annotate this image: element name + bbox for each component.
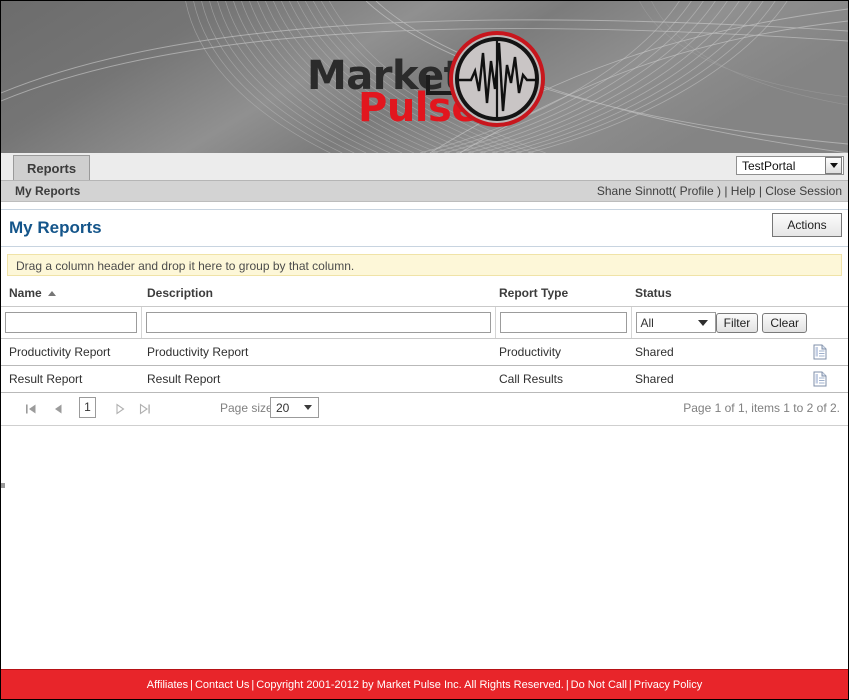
grid-pager: 1 Page size 20 Page 1 of 1, items 1 to 2… — [1, 393, 848, 426]
portal-selector-value: TestPortal — [742, 158, 796, 173]
cell-description: Result Report — [141, 365, 495, 393]
chevron-down-icon — [697, 319, 708, 326]
grid-filter-row: All Filter Clear — [1, 306, 848, 339]
page-header: My Reports Actions — [1, 209, 848, 247]
context-bar: My Reports Shane Sinnott( Profile ) | He… — [1, 181, 848, 202]
market-pulse-logo: Market Pulse — [307, 23, 547, 133]
tab-reports-label: Reports — [27, 161, 77, 176]
cell-action[interactable] — [813, 365, 848, 393]
filter-cell-actions — [813, 306, 848, 339]
table-row[interactable]: Productivity Report Productivity Report … — [1, 338, 848, 366]
filter-input-description[interactable] — [145, 312, 491, 333]
page-title: My Reports — [9, 218, 102, 237]
filter-cell-status: All Filter Clear — [631, 306, 813, 339]
cell-name: Result Report — [1, 365, 141, 393]
do-not-call-link[interactable]: Do Not Call — [571, 679, 627, 691]
actions-button[interactable]: Actions — [772, 213, 842, 237]
column-header-report-type-label: Report Type — [499, 286, 569, 300]
filter-cell-description — [141, 306, 496, 339]
column-header-name-label: Name — [9, 286, 42, 300]
viewport-edge-marker — [1, 483, 5, 488]
cell-status: Shared — [631, 365, 813, 393]
last-page-icon[interactable] — [138, 402, 152, 416]
document-icon[interactable] — [813, 344, 827, 360]
table-row[interactable]: Result Report Result Report Call Results… — [1, 365, 848, 393]
document-icon[interactable] — [813, 371, 827, 387]
filter-input-name[interactable] — [5, 312, 137, 333]
first-page-icon[interactable] — [24, 402, 38, 416]
contact-us-link[interactable]: Contact Us — [195, 679, 249, 691]
primary-tabstrip: Reports TestPortal — [1, 153, 848, 181]
page-size-select[interactable]: 20 — [270, 397, 319, 418]
column-header-status[interactable]: Status — [631, 276, 813, 307]
close-session-link[interactable]: Close Session — [765, 184, 842, 198]
help-link[interactable]: Help — [731, 184, 756, 198]
next-page-icon[interactable] — [113, 402, 127, 416]
application-window: Market Pulse Reports TestPortal My Repor… — [0, 0, 849, 700]
copyright-text: Copyright 2001-2012 by Market Pulse Inc.… — [256, 678, 564, 691]
pager-summary: Page 1 of 1, items 1 to 2 of 2. — [683, 401, 840, 415]
cell-name: Productivity Report — [1, 338, 141, 366]
cell-report-type: Call Results — [495, 365, 631, 393]
footer-links: Affiliates | Contact Us | Copyright 2001-201… — [147, 679, 703, 691]
link-separator-2: | — [758, 184, 762, 198]
filter-input-report-type[interactable] — [499, 312, 627, 333]
previous-page-icon[interactable] — [51, 402, 65, 416]
filter-cell-report-type — [495, 306, 632, 339]
column-header-report-type[interactable]: Report Type — [495, 276, 631, 307]
site-footer: Affiliates | Contact Us | Copyright 2001-201… — [1, 669, 848, 699]
filter-select-status-value: All — [640, 315, 654, 330]
pulse-emblem-icon — [449, 31, 545, 127]
chevron-down-icon — [304, 405, 312, 410]
footer-separator: | — [628, 678, 632, 691]
column-header-name[interactable]: Name — [1, 276, 141, 307]
filter-button[interactable]: Filter — [715, 312, 759, 333]
tab-reports[interactable]: Reports — [13, 155, 91, 180]
page-number-input[interactable]: 1 — [79, 397, 96, 418]
portal-selector[interactable]: TestPortal — [736, 156, 844, 175]
user-name: Shane Sinnott — [596, 184, 673, 198]
cell-status: Shared — [631, 338, 813, 366]
cell-action[interactable] — [813, 338, 848, 366]
column-header-actions — [813, 276, 848, 307]
affiliates-link[interactable]: Affiliates — [147, 679, 188, 691]
account-links: Shane Sinnott( Profile ) | Help | Close … — [597, 184, 842, 198]
clear-button[interactable]: Clear — [762, 312, 807, 333]
footer-separator: | — [190, 678, 193, 691]
profile-link[interactable]: ( Profile ) — [672, 184, 721, 198]
column-header-status-label: Status — [635, 286, 672, 300]
breadcrumb: My Reports — [15, 184, 81, 198]
page-size-value: 20 — [276, 400, 290, 415]
cell-description: Productivity Report — [141, 338, 495, 366]
filter-cell-name — [1, 306, 142, 339]
chevron-down-icon[interactable] — [825, 157, 842, 174]
cell-report-type: Productivity — [495, 338, 631, 366]
filter-select-status[interactable]: All — [635, 312, 716, 333]
sort-ascending-icon — [47, 291, 56, 297]
column-header-description[interactable]: Description — [141, 276, 495, 307]
brand-banner: Market Pulse — [1, 1, 848, 153]
link-separator-1: | — [724, 184, 728, 198]
grid-header-row: Name Description Report Type Status — [1, 276, 848, 307]
page-size-label: Page size — [220, 401, 273, 415]
footer-separator: | — [565, 678, 569, 691]
column-header-description-label: Description — [147, 286, 214, 300]
group-drop-zone[interactable]: Drag a column header and drop it here to… — [7, 254, 842, 276]
reports-grid: Name Description Report Type Status All … — [1, 276, 848, 393]
privacy-policy-link[interactable]: Privacy Policy — [634, 679, 702, 691]
